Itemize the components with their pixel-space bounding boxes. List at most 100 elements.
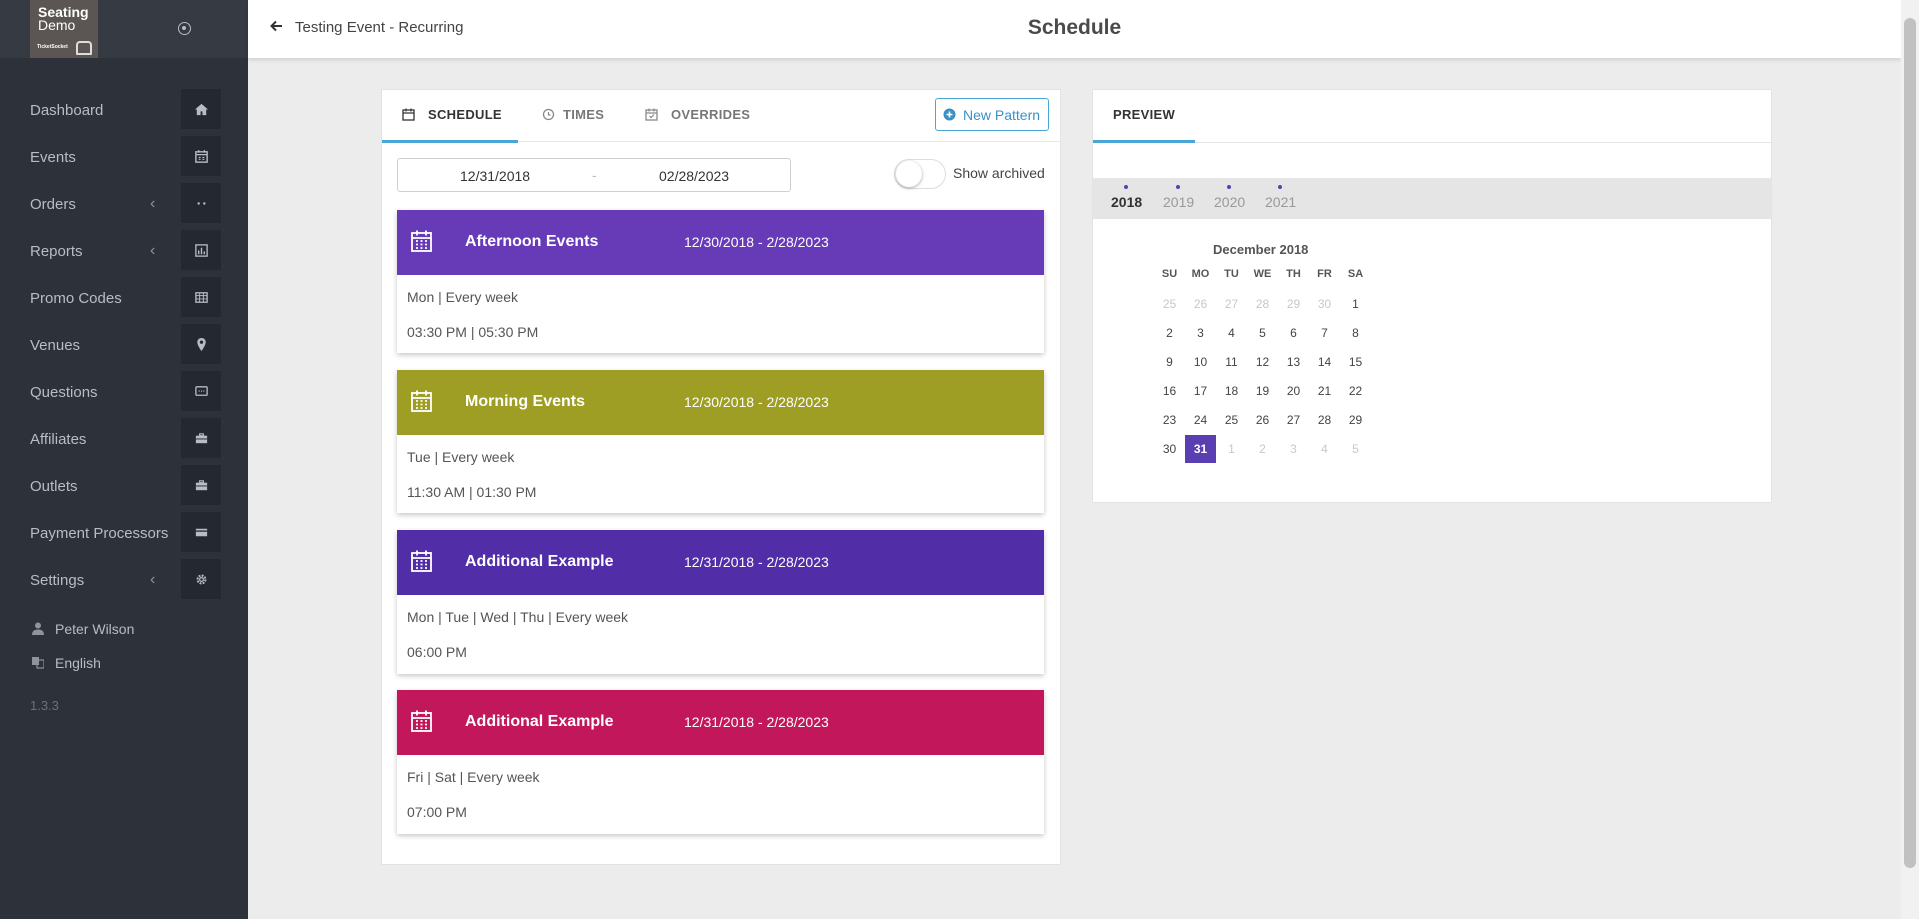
date-from-input[interactable]: 12/31/2018: [460, 168, 530, 184]
calendar-day[interactable]: 29: [1340, 406, 1371, 434]
calendar-day[interactable]: 4: [1309, 435, 1340, 463]
calendar-day[interactable]: 30: [1309, 290, 1340, 318]
calendar-day[interactable]: 28: [1247, 290, 1278, 318]
weekday-header: MO: [1191, 268, 1210, 280]
calendar-day[interactable]: 3: [1278, 435, 1309, 463]
calendar-day[interactable]: 9: [1154, 348, 1185, 376]
pattern-days: Mon | Every week: [407, 289, 519, 305]
pattern-card[interactable]: Morning Events 12/30/2018 - 2/28/2023 Tu…: [397, 370, 1044, 513]
year-option[interactable]: 2018: [1111, 185, 1142, 210]
sidebar-item-affiliates[interactable]: Affiliates: [0, 418, 248, 465]
calendar-day[interactable]: 25: [1216, 406, 1247, 434]
calendar-day[interactable]: 2: [1247, 435, 1278, 463]
tab-times[interactable]: TIMES: [538, 90, 648, 142]
sidebar-item-payment-processors[interactable]: Payment Processors: [0, 512, 248, 559]
bar-chart-icon: [181, 230, 221, 270]
sidebar-item-reports[interactable]: Reports ‹: [0, 230, 248, 277]
briefcase-icon: [181, 418, 221, 458]
show-archived-toggle[interactable]: [894, 159, 946, 189]
top-bar: Testing Event - Recurring Schedule: [248, 0, 1901, 58]
calendar-day[interactable]: 5: [1247, 319, 1278, 347]
calendar-day[interactable]: 29: [1278, 290, 1309, 318]
pattern-card-header: Additional Example 12/31/2018 - 2/28/202…: [397, 530, 1044, 595]
calendar-day[interactable]: 30: [1154, 435, 1185, 463]
calendar-day[interactable]: 24: [1185, 406, 1216, 434]
pattern-date-range: 12/30/2018 - 2/28/2023: [684, 394, 829, 410]
calendar-day[interactable]: 16: [1154, 377, 1185, 405]
sidebar-item-label: Venues: [30, 337, 81, 354]
calendar-day[interactable]: 18: [1216, 377, 1247, 405]
calendar-day[interactable]: 8: [1340, 319, 1371, 347]
sidebar-item-settings[interactable]: Settings ‹: [0, 559, 248, 606]
tab-label: TIMES: [563, 107, 605, 122]
pattern-card[interactable]: Additional Example 12/31/2018 - 2/28/202…: [397, 690, 1044, 834]
calendar-day[interactable]: 1: [1216, 435, 1247, 463]
sidebar-item-orders[interactable]: Orders ‹: [0, 183, 248, 230]
sidebar-item-label: Outlets: [30, 478, 78, 495]
calendar-day[interactable]: 5: [1340, 435, 1371, 463]
user-name: Peter Wilson: [55, 621, 135, 637]
sidebar-item-label: Affiliates: [30, 431, 87, 448]
calendar-day[interactable]: 6: [1278, 319, 1309, 347]
sidebar-item-label: Settings: [30, 572, 85, 589]
pattern-days: Fri | Sat | Every week: [407, 769, 540, 785]
calendar-icon: [411, 390, 432, 412]
date-to-input[interactable]: 02/28/2023: [659, 168, 729, 184]
year-option[interactable]: 2019: [1163, 185, 1194, 210]
calendar-day[interactable]: 26: [1247, 406, 1278, 434]
tab-preview[interactable]: PREVIEW: [1113, 107, 1175, 122]
page-scrollbar[interactable]: [1901, 0, 1919, 919]
calendar-day[interactable]: 28: [1309, 406, 1340, 434]
sidebar-item-dashboard[interactable]: Dashboard: [0, 89, 248, 136]
preview-panel: PREVIEW 2018 2019 2020 2021 December 201…: [1092, 89, 1772, 503]
scrollbar-thumb[interactable]: [1904, 18, 1916, 868]
map-pin-icon: [181, 324, 221, 364]
brand-logo[interactable]: Seating Demo TicketSocket: [30, 0, 98, 58]
calendar-day[interactable]: 22: [1340, 377, 1371, 405]
sidebar-item-events[interactable]: Events: [0, 136, 248, 183]
year-option[interactable]: 2020: [1214, 185, 1245, 210]
pattern-times: 06:00 PM: [407, 644, 467, 660]
calendar-day[interactable]: 1: [1340, 290, 1371, 318]
sidebar: Seating Demo TicketSocket Dashboard Even…: [0, 0, 248, 919]
pattern-card[interactable]: Afternoon Events 12/30/2018 - 2/28/2023 …: [397, 210, 1044, 353]
calendar-day[interactable]: 17: [1185, 377, 1216, 405]
sidebar-toggle-icon[interactable]: [178, 22, 191, 35]
tab-schedule[interactable]: SCHEDULE: [382, 90, 518, 143]
calendar-day[interactable]: 10: [1185, 348, 1216, 376]
calendar-icon: [411, 230, 432, 252]
pattern-card-header: Morning Events 12/30/2018 - 2/28/2023: [397, 370, 1044, 435]
calendar-day[interactable]: 21: [1309, 377, 1340, 405]
chevron-left-icon: ‹: [150, 571, 156, 588]
calendar-day[interactable]: 27: [1216, 290, 1247, 318]
chevron-left-icon: ‹: [150, 195, 156, 212]
calendar-day[interactable]: 25: [1154, 290, 1185, 318]
new-pattern-button[interactable]: New Pattern: [935, 98, 1049, 131]
sidebar-item-label: Events: [30, 149, 76, 166]
sidebar-item-label: Promo Codes: [30, 290, 122, 307]
calendar-day[interactable]: 4: [1216, 319, 1247, 347]
calendar-day[interactable]: 11: [1216, 348, 1247, 376]
pattern-times: 03:30 PM | 05:30 PM: [407, 324, 539, 340]
date-range-picker[interactable]: 12/31/2018 - 02/28/2023: [397, 158, 791, 192]
calendar-day[interactable]: 14: [1309, 348, 1340, 376]
year-option[interactable]: 2021: [1265, 185, 1296, 210]
tab-overrides[interactable]: OVERRIDES: [645, 90, 785, 142]
calendar-day[interactable]: 7: [1309, 319, 1340, 347]
calendar-day[interactable]: 2: [1154, 319, 1185, 347]
calendar-day[interactable]: 26: [1185, 290, 1216, 318]
calendar-day[interactable]: 27: [1278, 406, 1309, 434]
calendar-day[interactable]: 23: [1154, 406, 1185, 434]
calendar-day[interactable]: 31: [1185, 435, 1216, 463]
calendar-day[interactable]: 3: [1185, 319, 1216, 347]
sidebar-item-outlets[interactable]: Outlets: [0, 465, 248, 512]
calendar-day[interactable]: 12: [1247, 348, 1278, 376]
sidebar-item-venues[interactable]: Venues: [0, 324, 248, 371]
calendar-day[interactable]: 13: [1278, 348, 1309, 376]
sidebar-item-promo-codes[interactable]: Promo Codes: [0, 277, 248, 324]
calendar-day[interactable]: 20: [1278, 377, 1309, 405]
pattern-card[interactable]: Additional Example 12/31/2018 - 2/28/202…: [397, 530, 1044, 674]
calendar-day[interactable]: 15: [1340, 348, 1371, 376]
sidebar-item-questions[interactable]: Questions: [0, 371, 248, 418]
calendar-day[interactable]: 19: [1247, 377, 1278, 405]
